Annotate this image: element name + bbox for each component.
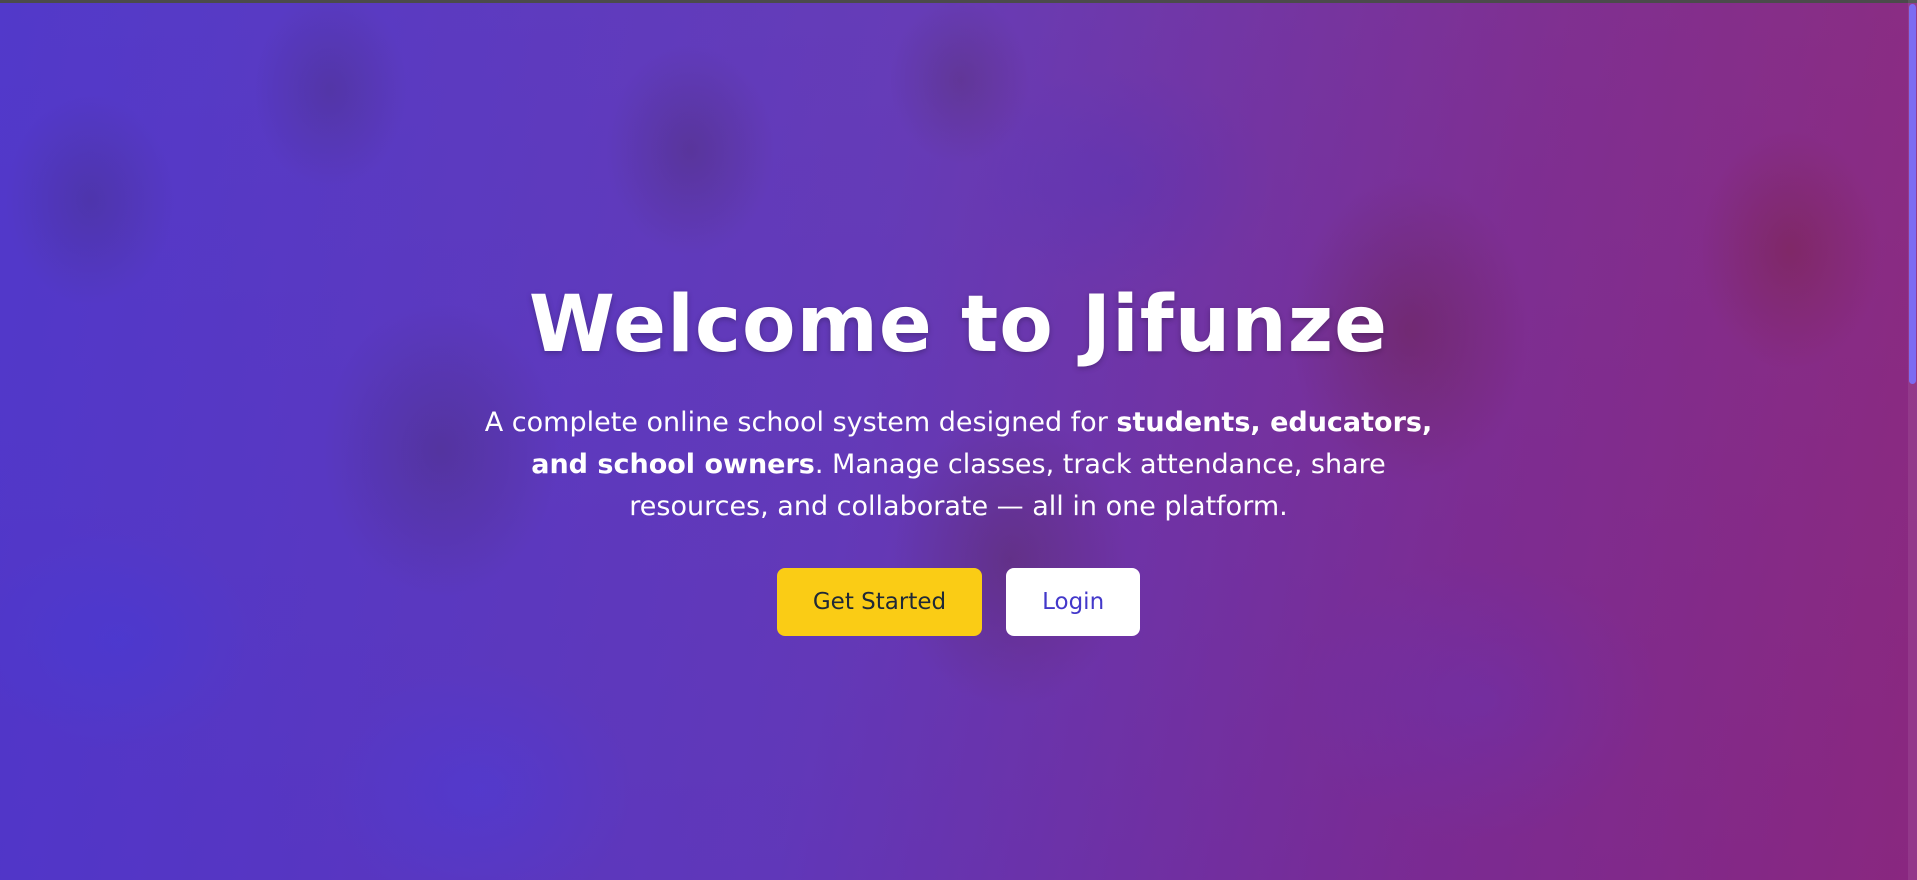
hero-description: A complete online school system designed… xyxy=(479,402,1439,528)
hero-title: Welcome to Jifunze xyxy=(528,280,1389,370)
get-started-button[interactable]: Get Started xyxy=(776,568,983,636)
hero-actions: Get Started Login xyxy=(0,568,1917,636)
hero-section: Welcome to Jifunze A complete online sch… xyxy=(0,270,1917,636)
login-button[interactable]: Login xyxy=(1006,568,1141,636)
hero-description-text-start: A complete online school system designed… xyxy=(484,407,1117,438)
page-scrollbar[interactable] xyxy=(1908,0,1917,880)
window-top-edge xyxy=(0,0,1917,3)
landing-page: Welcome to Jifunze A complete online sch… xyxy=(0,0,1917,880)
scrollbar-thumb[interactable] xyxy=(1909,4,1916,384)
